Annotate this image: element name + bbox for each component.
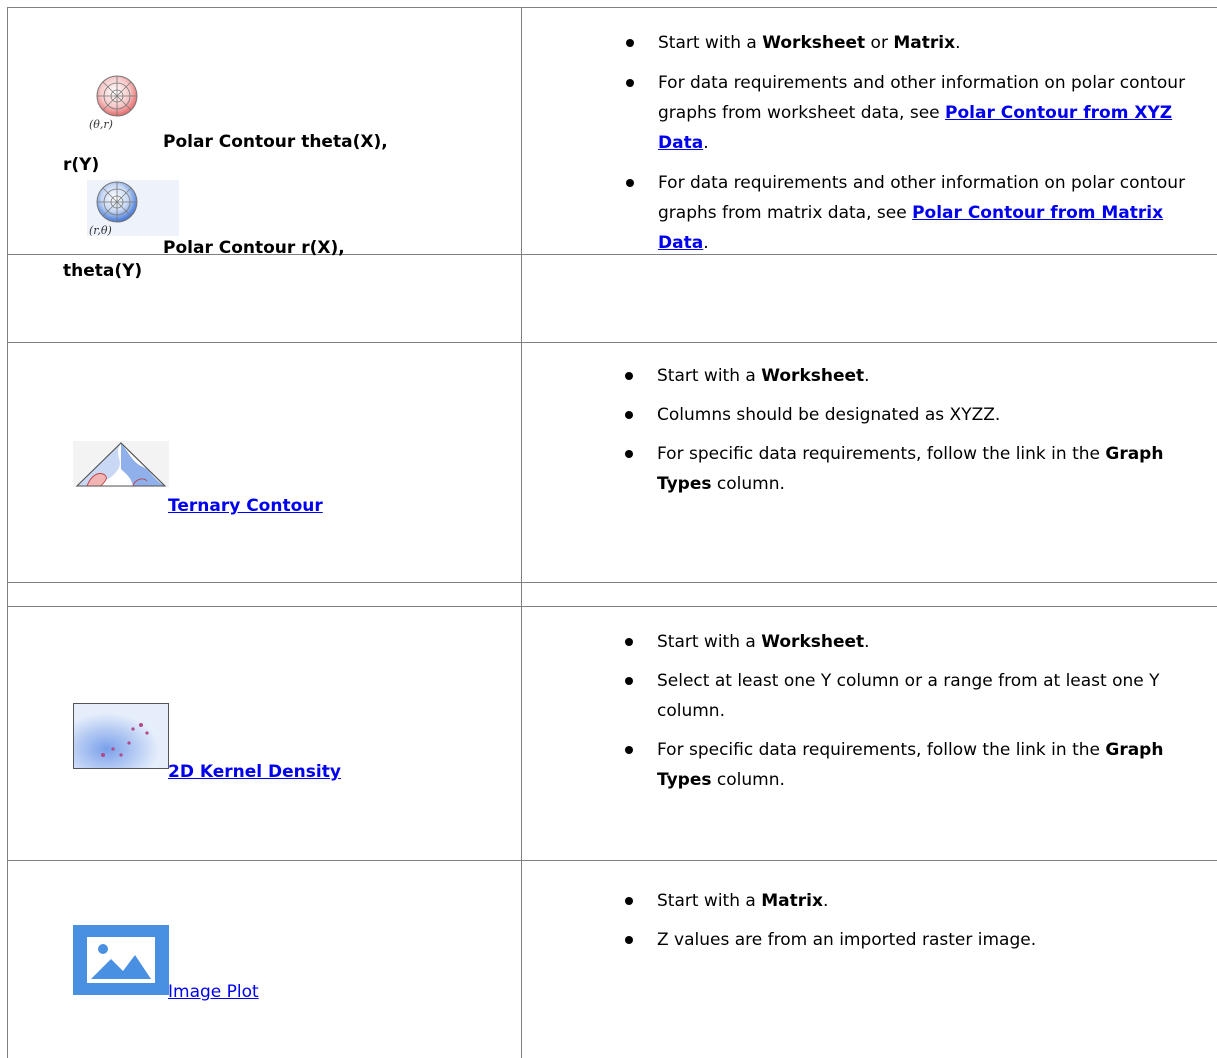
ternary-contour-icon [73,441,169,487]
image-plot-link[interactable]: Image Plot [168,982,259,1002]
2d-kernel-density-icon [72,702,170,770]
ternary-requirements: Start with a Worksheet. Columns should b… [521,361,1205,508]
bullet-item: For specific data requirements, follow t… [521,735,1205,795]
bullet-item: For specific data requirements, follow t… [521,439,1205,499]
bullet-item: Start with a Worksheet. [521,627,1205,657]
polar-contour-r-theta-label: Polar Contour r(X), [163,238,345,258]
svg-text:(θ,r): (θ,r) [89,118,113,130]
polar-contour-r-theta-label-cont: theta(Y) [63,261,143,281]
table-row-polar-contour: (θ,r) Polar Contour theta(X), r(Y) (r,θ)… [8,8,1217,258]
polar-contour-theta-r-label: Polar Contour theta(X), [163,132,388,152]
bullet-item: Columns should be designated as XYZZ. [521,400,1205,430]
row-divider [7,342,1217,343]
bullet-item: For data requirements and other informat… [522,68,1206,158]
bullet-item: Start with a Worksheet. [521,361,1205,391]
image-plot-icon [73,925,169,995]
polar-contour-r-theta-icon: (r,θ) [87,180,179,237]
graph-type-cell: (θ,r) Polar Contour theta(X), r(Y) (r,θ)… [8,8,521,258]
row-divider [7,606,1217,607]
polar-contour-theta-r-label-cont: r(Y) [63,155,100,175]
polar-contour-theta-r-icon: (θ,r) [87,74,159,131]
2d-kernel-density-link[interactable]: 2D Kernel Density [168,762,341,782]
bullet-item: Z values are from an imported raster ima… [521,925,1205,955]
row-divider [7,860,1217,861]
bullet-item: Start with a Matrix. [521,886,1205,916]
bullet-item: Select at least one Y column or a range … [521,666,1205,726]
bullet-item: For data requirements and other informat… [522,168,1206,258]
bullet-item: Start with a Worksheet or Matrix. [522,28,1206,58]
requirements-cell: Start with a Worksheet or Matrix. For da… [522,8,1217,254]
svg-text:(r,θ): (r,θ) [89,224,112,236]
kernel-density-requirements: Start with a Worksheet. Select at least … [521,627,1205,804]
ternary-contour-link[interactable]: Ternary Contour [168,496,323,516]
image-plot-requirements: Start with a Matrix. Z values are from a… [521,886,1205,964]
